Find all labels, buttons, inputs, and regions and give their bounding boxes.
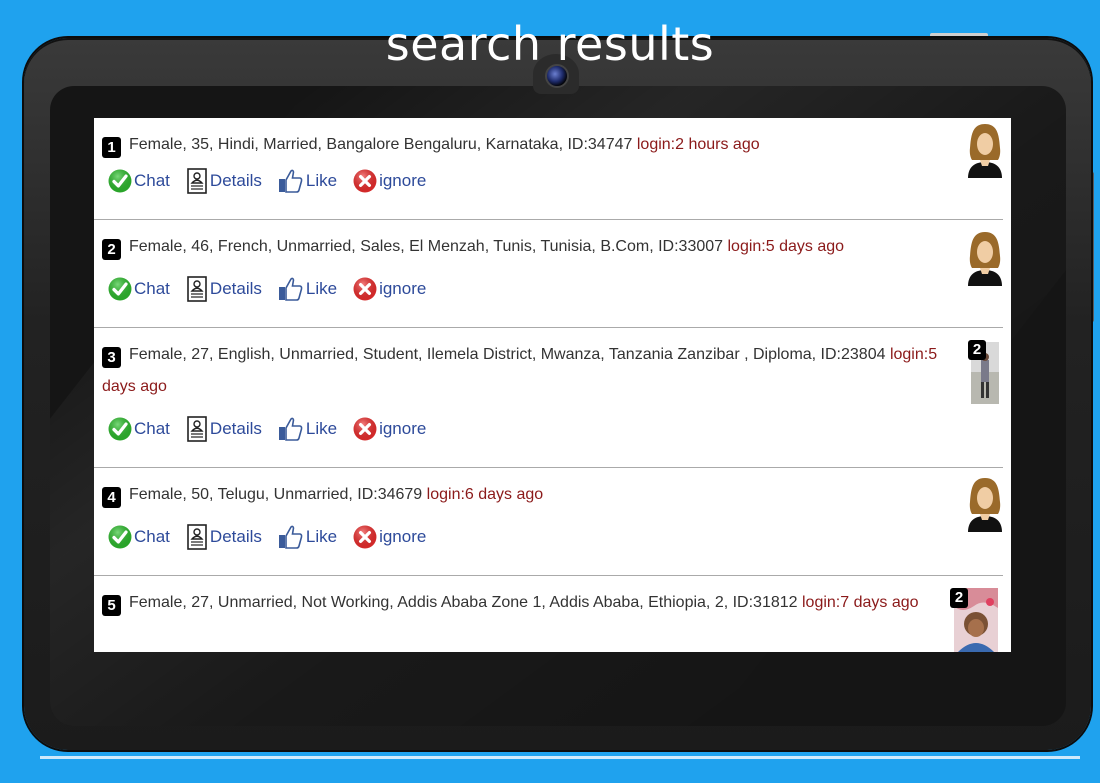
result-actions: Chat Details Like ignore bbox=[108, 416, 442, 442]
result-details-text: Female, 50, Telugu, Unmarried, ID:34679 bbox=[129, 486, 423, 503]
details-button[interactable]: Details bbox=[186, 168, 262, 194]
page-title: search results bbox=[385, 17, 715, 71]
result-details-text: Female, 27, Unmarried, Not Working, Addi… bbox=[129, 594, 798, 611]
result-number: 4 bbox=[102, 487, 121, 508]
avatar[interactable] bbox=[966, 476, 1004, 532]
thumbs-up-icon bbox=[278, 169, 303, 193]
like-button[interactable]: Like bbox=[278, 524, 337, 550]
ignore-button[interactable]: ignore bbox=[353, 417, 426, 441]
login-time: login:5 days ago bbox=[727, 238, 845, 255]
result-info: 3 Female, 27, English, Unmarried, Student… bbox=[102, 339, 942, 403]
thumbs-up-icon bbox=[278, 525, 303, 549]
thumbs-up-icon bbox=[278, 417, 303, 441]
result-actions: Chat Details Like ignore bbox=[108, 524, 442, 550]
result-number: 5 bbox=[102, 595, 121, 616]
result-row-3: 3 Female, 27, English, Unmarried, Student… bbox=[94, 328, 1003, 468]
thumbs-up-icon bbox=[278, 277, 303, 301]
result-row-1: 1 Female, 35, Hindi, Married, Bangalore B… bbox=[94, 118, 1003, 220]
x-circle-icon bbox=[353, 525, 378, 549]
profile-document-icon bbox=[187, 276, 207, 302]
result-info: 1 Female, 35, Hindi, Married, Bangalore B… bbox=[102, 129, 942, 161]
result-number: 2 bbox=[102, 239, 121, 260]
result-number: 1 bbox=[102, 137, 121, 158]
x-circle-icon bbox=[353, 277, 378, 301]
photo-count-badge: 2 bbox=[968, 340, 986, 360]
details-button[interactable]: Details bbox=[186, 524, 262, 550]
check-circle-icon bbox=[108, 169, 132, 193]
ignore-button[interactable]: ignore bbox=[353, 525, 426, 549]
profile-document-icon bbox=[187, 168, 207, 194]
like-button[interactable]: Like bbox=[278, 168, 337, 194]
login-time: login:6 days ago bbox=[426, 486, 544, 503]
result-details-text: Female, 46, French, Unmarried, Sales, El… bbox=[129, 238, 724, 255]
tablet-reflection bbox=[40, 756, 1080, 759]
avatar[interactable] bbox=[966, 122, 1004, 178]
check-circle-icon bbox=[108, 417, 132, 441]
result-info: 4 Female, 50, Telugu, Unmarried, ID:34679… bbox=[102, 479, 942, 511]
chat-button[interactable]: Chat bbox=[108, 417, 170, 441]
details-button[interactable]: Details bbox=[186, 416, 262, 442]
chat-button[interactable]: Chat bbox=[108, 169, 170, 193]
login-time: login:2 hours ago bbox=[636, 136, 760, 153]
result-row-2: 2 Female, 46, French, Unmarried, Sales, E… bbox=[94, 220, 1003, 328]
x-circle-icon bbox=[353, 169, 378, 193]
result-details-text: Female, 27, English, Unmarried, Student,… bbox=[129, 346, 886, 363]
photo-count-badge: 2 bbox=[950, 588, 968, 608]
chat-button[interactable]: Chat bbox=[108, 277, 170, 301]
results-screen: 1 Female, 35, Hindi, Married, Bangalore B… bbox=[94, 118, 1011, 652]
like-button[interactable]: Like bbox=[278, 416, 337, 442]
result-info: 5 Female, 27, Unmarried, Not Working, Add… bbox=[102, 587, 942, 619]
result-details-text: Female, 35, Hindi, Married, Bangalore Be… bbox=[129, 136, 633, 153]
like-button[interactable]: Like bbox=[278, 276, 337, 302]
avatar[interactable] bbox=[966, 230, 1004, 286]
result-number: 3 bbox=[102, 347, 121, 368]
check-circle-icon bbox=[108, 525, 132, 549]
x-circle-icon bbox=[353, 417, 378, 441]
result-actions: Chat Details Like ignore bbox=[108, 168, 442, 194]
profile-document-icon bbox=[187, 416, 207, 442]
login-time: login:7 days ago bbox=[802, 594, 919, 611]
result-row-4: 4 Female, 50, Telugu, Unmarried, ID:34679… bbox=[94, 468, 1003, 576]
details-button[interactable]: Details bbox=[186, 276, 262, 302]
check-circle-icon bbox=[108, 277, 132, 301]
result-info: 2 Female, 46, French, Unmarried, Sales, E… bbox=[102, 231, 942, 263]
ignore-button[interactable]: ignore bbox=[353, 169, 426, 193]
result-actions: Chat Details Like ignore bbox=[108, 276, 442, 302]
ignore-button[interactable]: ignore bbox=[353, 277, 426, 301]
result-row-5: 5 Female, 27, Unmarried, Not Working, Add… bbox=[94, 576, 1003, 652]
chat-button[interactable]: Chat bbox=[108, 525, 170, 549]
profile-document-icon bbox=[187, 524, 207, 550]
